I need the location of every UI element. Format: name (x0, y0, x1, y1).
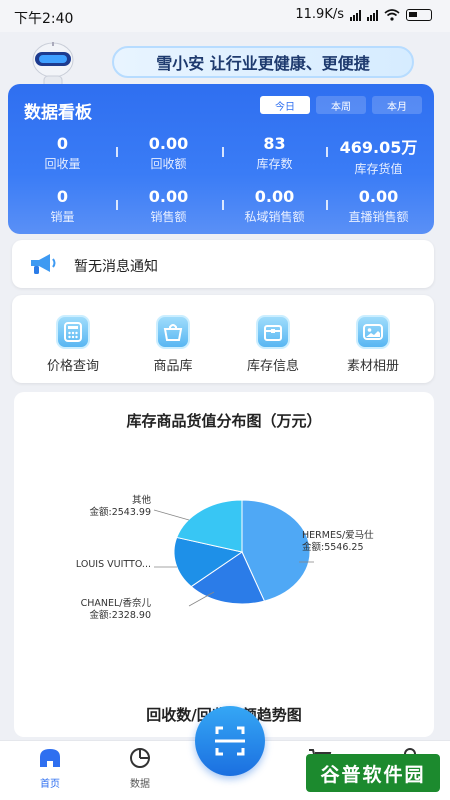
pie-chart-icon (130, 748, 150, 768)
stat-value: 469.05万 (339, 138, 418, 157)
stat-value: 0.00 (148, 187, 189, 206)
notification-bar[interactable]: 暂无消息通知 (12, 240, 434, 288)
notice-text: 暂无消息通知 (74, 259, 158, 275)
stat-label: 销量 (50, 210, 75, 224)
wifi-icon (384, 8, 400, 21)
scan-button[interactable] (195, 706, 265, 776)
stat-sales-count[interactable]: 0 销量 (10, 187, 115, 225)
box-icon (256, 315, 290, 349)
status-indicators: 11.9K/s (295, 7, 432, 22)
stat-value: 0.00 (148, 134, 189, 153)
nav-label: 首页 (40, 779, 60, 790)
stat-stock-count[interactable]: 83 库存数 (222, 134, 327, 172)
stat-label: 私域销售额 (244, 210, 305, 224)
network-speed: 11.9K/s (295, 7, 344, 22)
slice-name-label: CHANEL/香奈儿 (81, 597, 152, 609)
divider (326, 200, 328, 210)
slogan-banner: 雪小安 让行业更健康、更便捷 (112, 46, 414, 78)
slice-value-label: 金额:2328.90 (90, 609, 152, 621)
slice-name-label: LOUIS VUITTO... (76, 559, 151, 570)
stat-value: 0.00 (254, 187, 295, 206)
slice-name-label: HERMES/爱马仕 (302, 529, 374, 541)
stat-recycle-count[interactable]: 0 回收量 (10, 134, 115, 172)
stat-stock-value[interactable]: 469.05万 库存货值 (326, 134, 431, 177)
stat-value: 0 (56, 187, 69, 206)
photo-icon (356, 315, 390, 349)
slice-name-label: 其他 (132, 494, 152, 506)
stat-label: 直播销售额 (348, 210, 409, 224)
stock-value-chart-card: 库存商品货值分布图（万元） HERMES/爱马仕 金额:5546.25 CHANEL… (14, 392, 434, 737)
tab-week[interactable]: 本周 (316, 96, 366, 114)
nav-label: 数据 (130, 779, 150, 790)
tab-month[interactable]: 本月 (372, 96, 422, 114)
slice-value-label: 金额:2543.99 (90, 506, 152, 518)
stat-value: 0.00 (358, 187, 399, 206)
period-tabs: 今日 本周 本月 (260, 96, 422, 114)
stat-label: 回收量 (44, 157, 81, 171)
status-bar: 下午2:40 11.9K/s (0, 0, 450, 32)
divider (116, 200, 118, 210)
watermark-text: 谷普软件园 (320, 763, 426, 786)
pie-chart: HERMES/爱马仕金额:5546.25 CHANEL/香奈儿金额:2328.90… (76, 494, 374, 621)
divider (222, 147, 224, 157)
battery-icon (406, 8, 432, 21)
stat-live-sales[interactable]: 0.00 直播销售额 (326, 187, 431, 225)
scan-icon (215, 726, 245, 756)
action-product-library[interactable]: 商品库 (128, 315, 218, 374)
calculator-icon (56, 315, 90, 349)
stat-recycle-amount[interactable]: 0.00 回收额 (116, 134, 221, 172)
signal-icon (350, 9, 361, 21)
robot-mascot-icon (32, 42, 74, 89)
nav-data[interactable]: 数据 (110, 747, 170, 790)
watermark-logo: 谷普软件园 (306, 754, 440, 792)
action-media-album[interactable]: 素材相册 (328, 315, 418, 374)
action-label: 库存信息 (246, 359, 299, 374)
signal-icon-2 (367, 9, 378, 21)
stat-label: 库存货值 (354, 162, 403, 176)
slogan-text: 雪小安 让行业更健康、更便捷 (156, 54, 370, 73)
stat-sales-amount[interactable]: 0.00 销售额 (116, 187, 221, 225)
divider (222, 200, 224, 210)
action-stock-info[interactable]: 库存信息 (228, 315, 318, 374)
stat-value: 0 (56, 134, 69, 153)
action-label: 素材相册 (346, 359, 399, 374)
megaphone-icon (31, 254, 56, 274)
nav-home[interactable]: 首页 (20, 747, 80, 790)
action-price-query[interactable]: 价格查询 (28, 315, 118, 374)
slice-value-label: 金额:5546.25 (302, 541, 364, 553)
data-dashboard: 数据看板 今日 本周 本月 0 回收量 0.00 回收额 83 库存数 469.… (8, 84, 434, 234)
quick-actions: 价格查询 商品库 库存信息 素材相册 (12, 295, 434, 383)
stat-label: 库存数 (256, 157, 293, 171)
dashboard-title: 数据看板 (24, 103, 92, 123)
status-time: 下午2:40 (14, 11, 74, 27)
action-label: 价格查询 (46, 359, 99, 374)
bag-icon (156, 315, 190, 349)
divider (326, 147, 328, 157)
leader-line (153, 509, 190, 521)
stat-label: 销售额 (150, 210, 187, 224)
action-label: 商品库 (153, 359, 193, 374)
stat-value: 83 (263, 134, 286, 153)
stat-private-sales[interactable]: 0.00 私域销售额 (222, 187, 327, 225)
stat-label: 回收额 (150, 157, 187, 171)
tab-today[interactable]: 今日 (260, 96, 310, 114)
home-icon (40, 749, 60, 767)
divider (116, 147, 118, 157)
